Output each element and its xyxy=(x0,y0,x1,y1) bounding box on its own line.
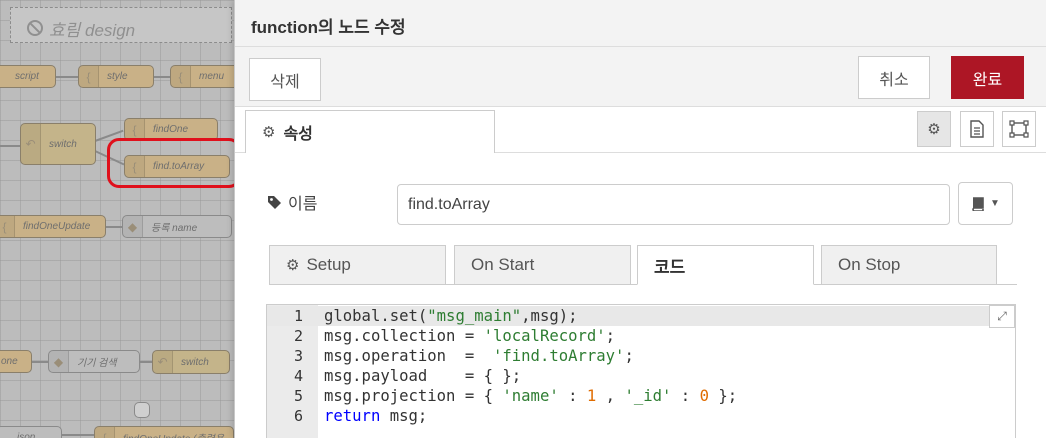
code-line: 1 global.set("msg_main",msg); xyxy=(267,306,1015,326)
code-line: 5 msg.projection = { 'name' : 1 , '_id' … xyxy=(267,386,1015,406)
tab-on-stop[interactable]: On Stop xyxy=(821,245,997,285)
tab-properties[interactable]: ⚙ 속성 xyxy=(245,110,495,154)
wire xyxy=(0,145,20,147)
flow-node-style[interactable]: { style xyxy=(78,65,154,88)
flow-node-one[interactable]: one xyxy=(0,350,32,373)
flow-node-switch-2[interactable]: ↶ switch xyxy=(152,350,230,374)
code-line: 3 msg.operation = 'find.toArray'; xyxy=(267,346,1015,366)
line-number: 6 xyxy=(293,407,303,425)
highlight-ring xyxy=(107,138,234,188)
tab-on-start[interactable]: On Start xyxy=(454,245,631,285)
function-icon: { xyxy=(79,66,99,87)
code-text: msg.payload = { }; xyxy=(324,367,522,385)
code-text: return msg; xyxy=(324,407,428,425)
switch-icon: ↶ xyxy=(153,351,173,373)
name-input[interactable] xyxy=(397,184,950,225)
name-label: 이름 xyxy=(267,190,317,214)
line-number: 5 xyxy=(293,387,303,405)
tray-tabs: ⚙ 속성 ⚙ xyxy=(235,107,1046,154)
done-button[interactable]: 완료 xyxy=(951,56,1024,99)
tag-icon xyxy=(268,195,281,209)
function-icon: ◆ xyxy=(49,351,69,372)
tray-title: function의 노드 수정 xyxy=(235,0,1046,47)
function-icon: ◆ xyxy=(123,216,143,237)
flow-tab-title: 효림 design xyxy=(49,20,136,40)
flow-node-switch[interactable]: ↶ switch xyxy=(20,123,96,165)
settings-button[interactable]: ⚙ xyxy=(917,111,951,147)
function-icon: { xyxy=(0,216,15,237)
function-icon: { xyxy=(95,427,115,438)
tab-on-stop-label: On Stop xyxy=(838,255,901,274)
code-text: msg.operation = 'find.toArray'; xyxy=(324,347,634,365)
switch-icon: ↶ xyxy=(21,124,41,164)
gear-icon: ⚙ xyxy=(286,257,300,274)
flow-node-search[interactable]: ◆ 기기 검색 xyxy=(48,350,140,373)
expand-editor-button[interactable]: ⤢ xyxy=(989,305,1015,328)
code-text: msg.projection = { 'name' : 1 , '_id' : … xyxy=(324,387,738,405)
appearance-button[interactable] xyxy=(1002,111,1036,147)
flow-node-script[interactable]: script xyxy=(0,65,56,88)
name-label-text: 이름 xyxy=(288,194,318,213)
function-icon: { xyxy=(125,119,145,140)
delete-button[interactable]: 삭제 xyxy=(249,58,321,101)
flow-canvas[interactable]: 효림 design script { style { menu ↶ switch… xyxy=(0,0,234,438)
flow-node-menu[interactable]: { menu xyxy=(170,65,234,88)
code-line: 2 msg.collection = 'localRecord'; xyxy=(267,326,1015,346)
tray-toolbar: 삭제 취소 완료 xyxy=(235,47,1046,107)
caret-down-icon: ▼ xyxy=(990,198,1000,209)
gear-icon: ⚙ xyxy=(262,123,276,141)
function-icon: { xyxy=(171,66,191,87)
ban-icon xyxy=(27,20,43,36)
document-icon xyxy=(970,120,984,138)
line-number: 2 xyxy=(293,327,303,345)
expand-icon: ⤢ xyxy=(997,309,1007,323)
tab-code-label: 코드 xyxy=(654,257,686,278)
tab-on-start-label: On Start xyxy=(471,255,535,274)
book-icon xyxy=(972,196,984,211)
tab-setup-label: Setup xyxy=(306,255,351,274)
flow-node-json[interactable]: json xyxy=(0,426,62,438)
flow-node-find-one-update[interactable]: { findOneUpdate xyxy=(0,215,106,238)
tab-properties-label: 속성 xyxy=(283,124,313,143)
gear-icon: ⚙ xyxy=(927,121,941,138)
flow-node-find-one-update-output[interactable]: { findOneUpdate (출력용 xyxy=(94,426,234,438)
flow-node-register-name[interactable]: ◆ 등록 name xyxy=(122,215,232,238)
tray-body: 이름 ▼ ⚙ Setup On Start 코드 On Stop xyxy=(235,153,1046,438)
line-number: 1 xyxy=(293,307,303,325)
code-text: global.set("msg_main",msg); xyxy=(324,307,578,325)
frame-icon xyxy=(1009,120,1029,138)
code-editor[interactable]: 1 global.set("msg_main",msg); 2 msg.coll… xyxy=(266,304,1016,438)
line-number: 3 xyxy=(293,347,303,365)
flow-port[interactable] xyxy=(134,402,150,418)
icon-select-button[interactable]: ▼ xyxy=(958,182,1013,225)
flow-tab[interactable]: 효림 design xyxy=(10,7,232,43)
tab-code[interactable]: 코드 xyxy=(637,245,814,285)
line-number: 4 xyxy=(293,367,303,385)
code-text: msg.collection = 'localRecord'; xyxy=(324,327,616,345)
code-line: 4 msg.payload = { }; xyxy=(267,366,1015,386)
description-button[interactable] xyxy=(960,111,994,147)
cancel-button[interactable]: 취소 xyxy=(858,56,930,99)
edit-tray: function의 노드 수정 삭제 취소 완료 ⚙ 속성 ⚙ 이름 find.… xyxy=(234,0,1046,438)
tab-setup[interactable]: ⚙ Setup xyxy=(269,245,446,285)
code-line: 6 return msg; xyxy=(267,406,1015,426)
code-tabs: ⚙ Setup On Start 코드 On Stop xyxy=(269,244,1017,285)
